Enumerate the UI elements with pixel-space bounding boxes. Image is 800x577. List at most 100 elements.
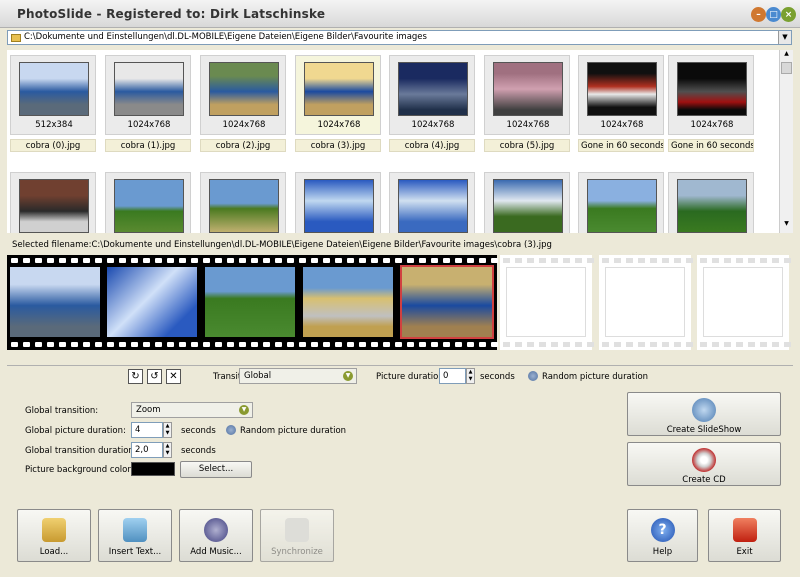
selected-filename: Selected filename:C:\Dokumente und Einst…	[12, 240, 552, 250]
path-combobox[interactable]: C:\Dokumente und Einstellungen\dl.DL-MOB…	[7, 30, 792, 45]
thumbnail[interactable]	[200, 172, 286, 233]
close-icon[interactable]: ×	[781, 7, 796, 22]
thumbnail[interactable]	[10, 172, 96, 233]
film-perforation	[227, 258, 234, 263]
film-perforation	[551, 342, 558, 347]
rotate-right-icon[interactable]: ↻	[128, 369, 143, 384]
thumbnail[interactable]: 1024x768	[668, 55, 754, 135]
film-perforation	[407, 342, 414, 347]
film-perforation	[263, 342, 270, 347]
thumbnail-image	[493, 62, 563, 116]
film-perforation	[602, 258, 609, 263]
vertical-scrollbar[interactable]: ▲ ▼	[779, 50, 793, 233]
thumbnail[interactable]: 1024x768	[295, 55, 381, 135]
film-perforation	[359, 258, 366, 263]
film-perforation	[736, 342, 743, 347]
global-transition-select[interactable]: Zoom ▼	[131, 402, 253, 418]
background-color-swatch[interactable]	[131, 462, 175, 476]
film-perforation	[515, 342, 522, 347]
thumbnail[interactable]	[105, 172, 191, 233]
film-perforation	[443, 258, 450, 263]
scroll-up-icon[interactable]: ▲	[780, 50, 793, 62]
film-perforation	[359, 342, 366, 347]
thumbnail-filename[interactable]: cobra (1).jpg	[105, 139, 191, 152]
film-perforation	[638, 258, 645, 263]
global-transition-duration-input[interactable]: 2,0	[131, 442, 163, 458]
film-frame[interactable]	[303, 267, 393, 337]
transition-select[interactable]: Global ▼	[239, 368, 357, 384]
film-frame[interactable]	[400, 265, 494, 339]
gear-icon	[692, 398, 716, 422]
thumbnail[interactable]: 1024x768	[484, 55, 570, 135]
thumbnail[interactable]: 1024x768	[578, 55, 664, 135]
load-button[interactable]: Load...	[17, 509, 91, 562]
synchronize-button[interactable]: Synchronize	[260, 509, 334, 562]
select-color-button[interactable]: Select...	[180, 461, 252, 478]
film-perforation	[575, 342, 582, 347]
thumbnail[interactable]	[484, 172, 570, 233]
global-duration-stepper[interactable]: ▲ ▼	[163, 422, 172, 438]
thumbnail[interactable]: 1024x768	[200, 55, 286, 135]
film-perforation	[686, 258, 693, 263]
film-perforation	[179, 258, 186, 263]
duration-stepper[interactable]: ▲ ▼	[466, 368, 475, 384]
create-slideshow-button[interactable]: Create SlideShow	[627, 392, 781, 436]
empty-film-frame[interactable]	[500, 255, 594, 350]
thumbnail-resolution: 1024x768	[600, 120, 644, 130]
thumbnail-filename[interactable]: Gone in 60 seconds...	[578, 139, 664, 152]
scroll-thumb[interactable]	[781, 62, 792, 74]
help-button[interactable]: ? Help	[627, 509, 698, 562]
global-picture-duration-input[interactable]: 4	[131, 422, 163, 438]
film-perforation	[263, 258, 270, 263]
film-perforation	[491, 342, 498, 347]
maximize-icon[interactable]: □	[766, 7, 781, 22]
film-perforation	[95, 258, 102, 263]
chevron-down-icon[interactable]: ▼	[778, 31, 791, 44]
film-perforation	[551, 258, 558, 263]
empty-film-frame[interactable]	[599, 255, 693, 350]
empty-frame-slot	[605, 267, 685, 337]
picture-duration-input[interactable]: 0	[439, 368, 466, 384]
film-frame[interactable]	[205, 267, 295, 337]
film-perforation	[431, 258, 438, 263]
exit-button[interactable]: Exit	[708, 509, 781, 562]
film-perforation	[143, 258, 150, 263]
thumbnail[interactable]: 1024x768	[105, 55, 191, 135]
thumbnail[interactable]	[389, 172, 475, 233]
thumbnail-image	[493, 179, 563, 233]
thumbnail-filename[interactable]: Gone in 60 seconds...	[668, 139, 754, 152]
film-frame[interactable]	[107, 267, 197, 337]
random-duration-radio[interactable]	[528, 371, 538, 381]
film-perforation	[419, 258, 426, 263]
thumbnail[interactable]	[295, 172, 381, 233]
film-frame[interactable]	[10, 267, 100, 337]
thumbnail-filename[interactable]: cobra (0).jpg	[10, 139, 96, 152]
global-random-duration-radio[interactable]	[226, 425, 236, 435]
film-perforation	[95, 342, 102, 347]
thumbnail[interactable]	[578, 172, 664, 233]
film-perforation	[614, 342, 621, 347]
film-perforation	[563, 258, 570, 263]
film-perforation	[107, 258, 114, 263]
thumbnail[interactable]: 1024x768	[389, 55, 475, 135]
title-bar[interactable]: PhotoSlide - Registered to: Dirk Latschi…	[0, 0, 800, 28]
filmstrip[interactable]	[7, 255, 498, 350]
thumbnail-filename[interactable]: cobra (4).jpg	[389, 139, 475, 152]
thumbnail-filename[interactable]: cobra (5).jpg	[484, 139, 570, 152]
transition-duration-stepper[interactable]: ▲ ▼	[163, 442, 172, 458]
thumbnail-filename[interactable]: cobra (3).jpg	[295, 139, 381, 152]
insert-text-button[interactable]: Insert Text...	[98, 509, 172, 562]
delete-icon[interactable]: ✕	[166, 369, 181, 384]
thumbnail[interactable]	[668, 172, 754, 233]
minimize-icon[interactable]: –	[751, 7, 766, 22]
empty-film-frame[interactable]	[697, 255, 791, 350]
film-perforation	[383, 342, 390, 347]
film-perforation	[203, 258, 210, 263]
thumbnail[interactable]: 512x384	[10, 55, 96, 135]
create-cd-button[interactable]: Create CD	[627, 442, 781, 486]
thumbnail-grid[interactable]: 512x384 cobra (0).jpg 1024x768 cobra (1).jp…	[7, 50, 779, 233]
thumbnail-filename[interactable]: cobra (2).jpg	[200, 139, 286, 152]
add-music-button[interactable]: Add Music...	[179, 509, 253, 562]
scroll-down-icon[interactable]: ▼	[780, 220, 793, 232]
rotate-left-icon[interactable]: ↺	[147, 369, 162, 384]
